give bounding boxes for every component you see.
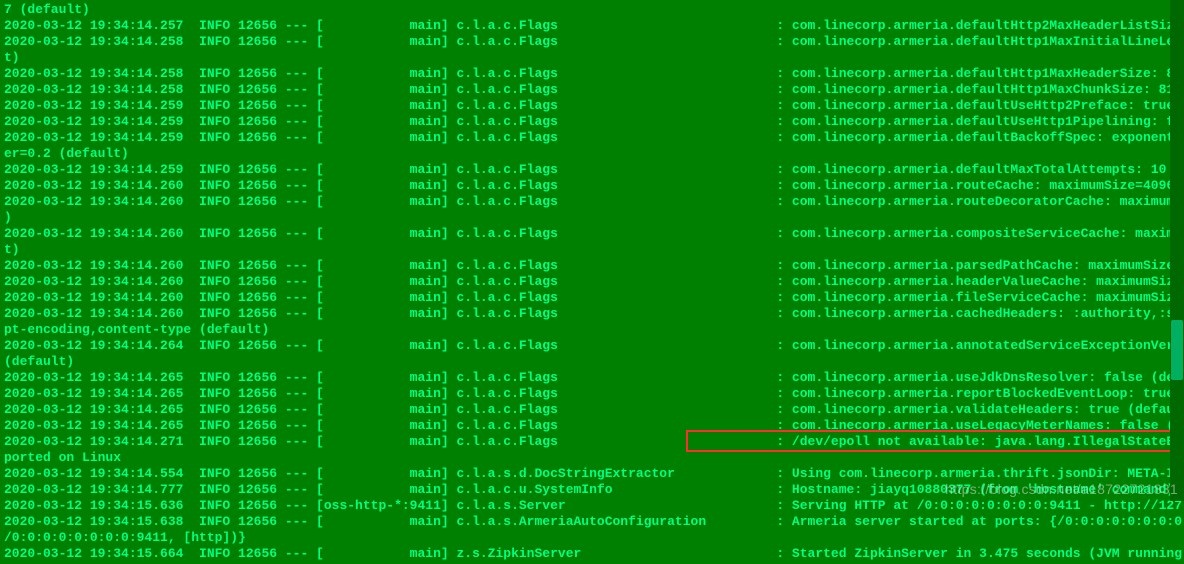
log-line[interactable]: 2020-03-12 19:34:14.260 INFO 12656 --- [… (4, 258, 1180, 274)
log-line[interactable]: 2020-03-12 19:34:14.260 INFO 12656 --- [… (4, 306, 1180, 322)
log-line[interactable]: ported on Linux (4, 450, 1180, 466)
log-line[interactable]: (default) (4, 354, 1180, 370)
log-line[interactable]: 2020-03-12 19:34:14.265 INFO 12656 --- [… (4, 386, 1180, 402)
log-line[interactable]: ) (4, 210, 1180, 226)
log-line[interactable]: 2020-03-12 19:34:14.260 INFO 12656 --- [… (4, 274, 1180, 290)
log-line[interactable]: 2020-03-12 19:34:14.264 INFO 12656 --- [… (4, 338, 1180, 354)
log-line[interactable]: 2020-03-12 19:34:14.260 INFO 12656 --- [… (4, 178, 1180, 194)
log-line[interactable]: 2020-03-12 19:34:15.638 INFO 12656 --- [… (4, 514, 1180, 530)
log-line[interactable]: 7 (default) (4, 2, 1180, 18)
log-line[interactable]: 2020-03-12 19:34:14.260 INFO 12656 --- [… (4, 290, 1180, 306)
log-line[interactable]: 2020-03-12 19:34:14.265 INFO 12656 --- [… (4, 370, 1180, 386)
log-line[interactable]: 2020-03-12 19:34:14.259 INFO 12656 --- [… (4, 130, 1180, 146)
log-line[interactable]: 2020-03-12 19:34:14.260 INFO 12656 --- [… (4, 194, 1180, 210)
log-line[interactable]: t) (4, 242, 1180, 258)
watermark: https://blog.csdn.net/a18722721831 (945, 481, 1178, 497)
scrollbar-thumb[interactable] (1171, 320, 1183, 380)
log-line[interactable]: 2020-03-12 19:34:14.259 INFO 12656 --- [… (4, 98, 1180, 114)
log-line[interactable]: 2020-03-12 19:34:14.258 INFO 12656 --- [… (4, 34, 1180, 50)
log-line[interactable]: 2020-03-12 19:34:14.258 INFO 12656 --- [… (4, 66, 1180, 82)
terminal-output[interactable]: 7 (default)2020-03-12 19:34:14.257 INFO … (0, 0, 1184, 564)
log-line[interactable]: 2020-03-12 19:34:14.258 INFO 12656 --- [… (4, 82, 1180, 98)
log-line[interactable]: 2020-03-12 19:34:14.265 INFO 12656 --- [… (4, 418, 1180, 434)
log-line[interactable]: /0:0:0:0:0:0:0:0:9411, [http])} (4, 530, 1180, 546)
log-line[interactable]: er=0.2 (default) (4, 146, 1180, 162)
log-line[interactable]: 2020-03-12 19:34:14.271 INFO 12656 --- [… (4, 434, 1180, 450)
log-line[interactable]: 2020-03-12 19:34:14.257 INFO 12656 --- [… (4, 18, 1180, 34)
log-line[interactable]: 2020-03-12 19:34:14.260 INFO 12656 --- [… (4, 226, 1180, 242)
log-line[interactable]: 2020-03-12 19:34:15.636 INFO 12656 --- [… (4, 498, 1180, 514)
log-line[interactable]: 2020-03-12 19:34:14.265 INFO 12656 --- [… (4, 402, 1180, 418)
log-line[interactable]: pt-encoding,content-type (default) (4, 322, 1180, 338)
log-line[interactable]: 2020-03-12 19:34:14.259 INFO 12656 --- [… (4, 114, 1180, 130)
log-line[interactable]: t) (4, 50, 1180, 66)
log-line[interactable]: 2020-03-12 19:34:14.259 INFO 12656 --- [… (4, 162, 1180, 178)
scrollbar-track[interactable] (1170, 0, 1184, 501)
log-line[interactable]: 2020-03-12 19:34:15.664 INFO 12656 --- [… (4, 546, 1180, 562)
log-line[interactable]: 2020-03-12 19:34:14.554 INFO 12656 --- [… (4, 466, 1180, 482)
